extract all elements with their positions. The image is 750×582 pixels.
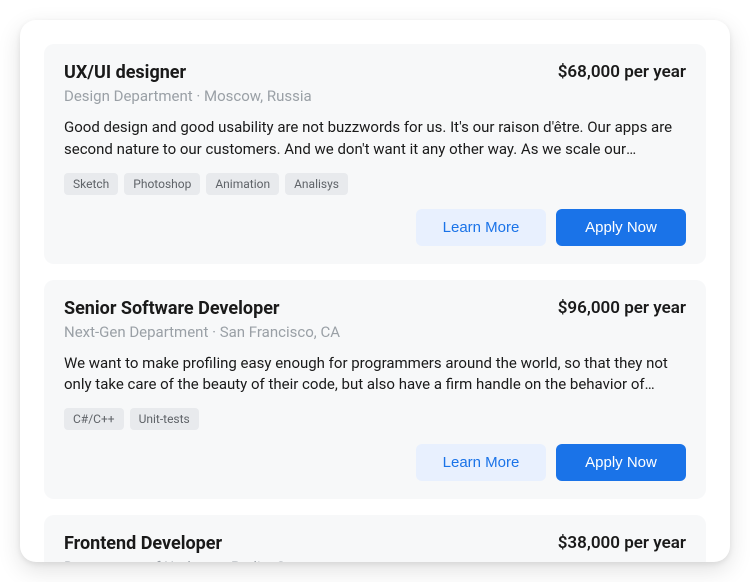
skill-tag: Analisys (285, 173, 348, 195)
job-tags: Sketch Photoshop Animation Analisys (64, 173, 686, 195)
job-description: We want to make profiling easy enough fo… (64, 353, 686, 397)
job-listings-panel: UX/UI designer $68,000 per year Design D… (20, 20, 730, 562)
job-tags: C#/C++ Unit-tests (64, 408, 686, 430)
job-salary: $38,000 per year (558, 533, 686, 553)
job-meta: Department of Updates · Berlin, Germany (64, 558, 686, 562)
job-meta: Design Department · Moscow, Russia (64, 87, 686, 105)
job-card: Senior Software Developer $96,000 per ye… (44, 280, 706, 500)
job-title: UX/UI designer (64, 62, 186, 83)
skill-tag: Unit-tests (130, 408, 199, 430)
job-description: Good design and good usability are not b… (64, 117, 686, 161)
job-actions: Learn More Apply Now (64, 209, 686, 246)
job-card: Frontend Developer $38,000 per year Depa… (44, 515, 706, 562)
job-header: Senior Software Developer $96,000 per ye… (64, 298, 686, 319)
learn-more-button[interactable]: Learn More (416, 209, 546, 246)
skill-tag: Animation (206, 173, 279, 195)
skill-tag: C#/C++ (64, 408, 124, 430)
job-title: Senior Software Developer (64, 298, 280, 319)
job-salary: $96,000 per year (558, 298, 686, 318)
job-salary: $68,000 per year (558, 62, 686, 82)
job-title: Frontend Developer (64, 533, 222, 554)
skill-tag: Sketch (64, 173, 118, 195)
job-header: UX/UI designer $68,000 per year (64, 62, 686, 83)
job-actions: Learn More Apply Now (64, 444, 686, 481)
job-header: Frontend Developer $38,000 per year (64, 533, 686, 554)
job-meta: Next-Gen Department · San Francisco, CA (64, 323, 686, 341)
job-card: UX/UI designer $68,000 per year Design D… (44, 44, 706, 264)
apply-now-button[interactable]: Apply Now (556, 209, 686, 246)
skill-tag: Photoshop (124, 173, 200, 195)
apply-now-button[interactable]: Apply Now (556, 444, 686, 481)
learn-more-button[interactable]: Learn More (416, 444, 546, 481)
